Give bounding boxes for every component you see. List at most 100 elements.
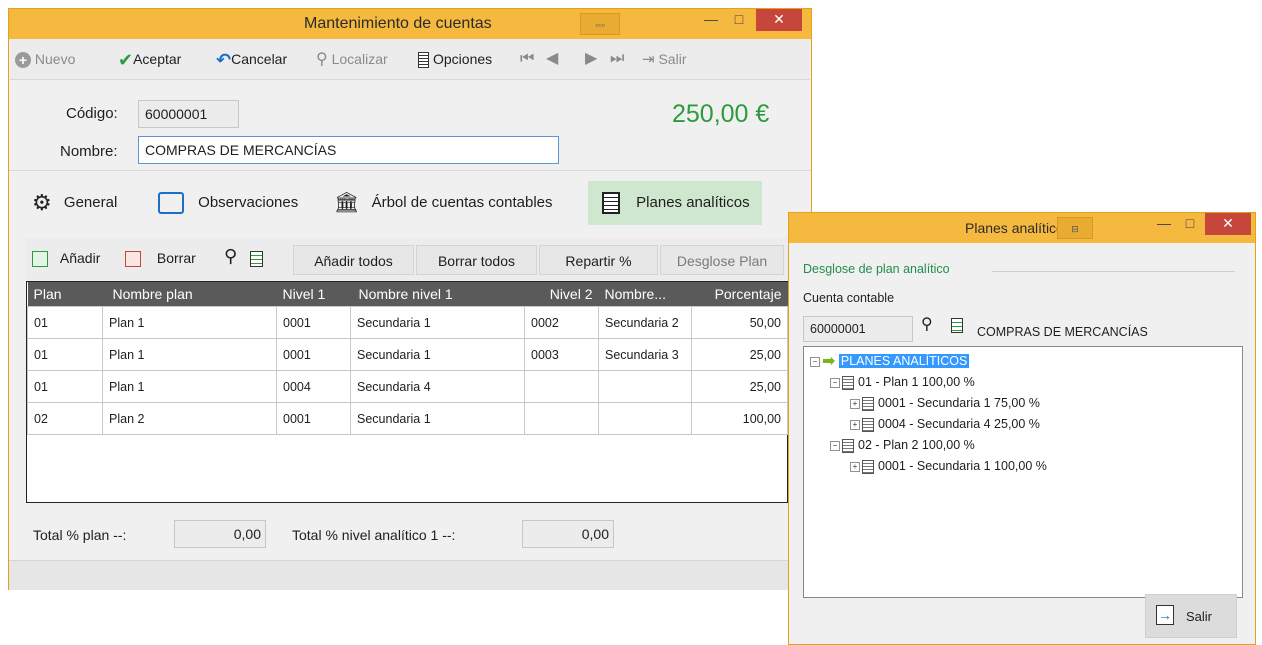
table-row[interactable]: 01 Plan 1 0004 Secundaria 4 25,00 — [27, 370, 788, 403]
salir-button[interactable]: ⇥ Salir — [642, 39, 686, 79]
cell-nombre-plan[interactable]: Plan 1 — [102, 370, 277, 403]
cell-nombre-plan[interactable]: Plan 1 — [102, 306, 277, 339]
cell-plan[interactable]: 01 — [27, 306, 103, 339]
cell-nivel1[interactable]: 0001 — [276, 306, 351, 339]
popup-search-icon[interactable]: ⚲ — [921, 314, 933, 334]
popup-titlebar[interactable]: Planes analíticos ⊟ — □ ✕ — [789, 213, 1255, 243]
cell-nombre-plan[interactable]: Plan 2 — [102, 402, 277, 435]
cell-plan[interactable]: 01 — [27, 338, 103, 371]
column-header[interactable]: Porcentaje — [691, 282, 788, 307]
borrar-button[interactable]: Borrar — [125, 250, 196, 268]
section-divider — [992, 271, 1235, 272]
popup-close-button[interactable]: ✕ — [1205, 213, 1251, 235]
cell-porcentaje[interactable]: 100,00 — [691, 402, 788, 435]
cell-nombre-nivel2[interactable] — [598, 370, 692, 403]
aceptar-button[interactable]: ✔Aceptar — [118, 39, 181, 79]
main-titlebar[interactable]: Mantenimiento de cuentas ▫▫▫ — □ ✕ — [9, 9, 811, 39]
cell-nombre-nivel1[interactable]: Secundaria 4 — [350, 370, 525, 403]
cell-nivel1[interactable]: 0001 — [276, 338, 351, 371]
cell-plan[interactable]: 01 — [27, 370, 103, 403]
cell-nombre-nivel1[interactable]: Secundaria 1 — [350, 338, 525, 371]
title-grip[interactable]: ▫▫▫ — [580, 13, 620, 35]
table-row[interactable]: 01 Plan 1 0001 Secundaria 1 0003 Secunda… — [27, 338, 788, 371]
prev-record-button[interactable]: ◀ — [546, 39, 558, 79]
codigo-field[interactable]: 60000001 — [138, 100, 239, 128]
cell-nivel1[interactable]: 0004 — [276, 370, 351, 403]
nombre-field[interactable]: COMPRAS DE MERCANCÍAS — [138, 136, 559, 164]
expand-icon[interactable]: + — [850, 419, 860, 430]
borrar-todos-button[interactable]: Borrar todos — [416, 245, 537, 275]
cell-nivel2[interactable]: 0002 — [524, 306, 599, 339]
column-header[interactable]: Nombre plan — [102, 282, 277, 307]
cuenta-contable-field[interactable]: 60000001 — [803, 316, 913, 342]
speech-bubble-icon — [158, 192, 184, 215]
cell-plan[interactable]: 02 — [27, 402, 103, 435]
desglose-plan-button[interactable]: Desglose Plan — [660, 245, 784, 275]
column-header[interactable]: Nombre nivel 1 — [350, 282, 525, 307]
cell-nivel2[interactable] — [524, 370, 599, 403]
table-header-row: Plan Nombre plan Nivel 1 Nombre nivel 1 … — [27, 282, 788, 307]
localizar-label: Localizar — [331, 51, 388, 67]
column-header[interactable]: Nombre... — [598, 282, 692, 307]
cell-nombre-nivel2[interactable] — [598, 402, 692, 435]
table-row[interactable]: 01 Plan 1 0001 Secundaria 1 0002 Secunda… — [27, 306, 788, 339]
tab-general[interactable]: ⚙ General — [32, 181, 144, 225]
popup-salir-button[interactable]: → Salir — [1145, 594, 1237, 638]
cell-porcentaje[interactable]: 25,00 — [691, 370, 788, 403]
cell-nombre-nivel1[interactable]: Secundaria 1 — [350, 402, 525, 435]
column-header[interactable]: Nivel 2 — [524, 282, 599, 307]
next-record-button[interactable]: ▶ — [585, 39, 597, 79]
opciones-button[interactable]: Opciones — [418, 39, 492, 79]
cell-porcentaje[interactable]: 25,00 — [691, 338, 788, 371]
localizar-button[interactable]: ⚲ Localizar — [316, 39, 388, 79]
plans-grid[interactable]: Plan Nombre plan Nivel 1 Nombre nivel 1 … — [26, 281, 788, 503]
repartir-button[interactable]: Repartir % — [539, 245, 658, 275]
grid-search-icon[interactable]: ⚲ — [224, 246, 237, 267]
tab-planes-analiticos[interactable]: Planes analíticos — [588, 181, 762, 225]
popup-title-grip[interactable]: ⊟ — [1057, 217, 1093, 239]
total-nivel-field: 0,00 — [522, 520, 614, 548]
tree-root[interactable]: − ➡ PLANES ANALÍTICOS — [810, 352, 970, 370]
plans-tree[interactable]: − ➡ PLANES ANALÍTICOS −01 - Plan 1 100,00… — [803, 346, 1243, 598]
cell-nivel2[interactable] — [524, 402, 599, 435]
tab-arbol-cuentas[interactable]: 🏛 Árbol de cuentas contables — [334, 181, 584, 225]
last-record-button[interactable]: ⏭ — [610, 39, 624, 79]
popup-minimize-button[interactable]: — — [1153, 213, 1175, 235]
grid-document-icon[interactable] — [250, 251, 263, 267]
cell-nombre-plan[interactable]: Plan 1 — [102, 338, 277, 371]
cell-nombre-nivel2[interactable]: Secundaria 3 — [598, 338, 692, 371]
cell-porcentaje[interactable]: 50,00 — [691, 306, 788, 339]
nuevo-label: Nuevo — [34, 51, 76, 67]
table-row[interactable]: 02 Plan 2 0001 Secundaria 1 100,00 — [27, 402, 788, 435]
anadir-label: Añadir — [59, 250, 101, 266]
nuevo-button[interactable]: + Nuevo — [15, 39, 75, 79]
tree-node[interactable]: − 01 - Plan 1 100,00 % — [830, 373, 975, 391]
list-icon — [842, 375, 854, 390]
column-header[interactable]: Nivel 1 — [276, 282, 351, 307]
cell-nombre-nivel1[interactable]: Secundaria 1 — [350, 306, 525, 339]
salir-label: Salir — [658, 51, 687, 67]
cell-nombre-nivel2[interactable]: Secundaria 2 — [598, 306, 692, 339]
tree-node[interactable]: +0001 - Secundaria 1 100,00 % — [850, 457, 1047, 475]
minimize-button[interactable]: — — [699, 9, 723, 31]
expand-icon[interactable]: + — [850, 461, 860, 472]
popup-document-icon[interactable] — [951, 318, 963, 333]
maximize-button[interactable]: □ — [727, 9, 751, 31]
expand-icon[interactable]: + — [850, 398, 860, 409]
first-record-button[interactable]: ⏮ — [520, 39, 534, 79]
tree-node[interactable]: +0004 - Secundaria 4 25,00 % — [850, 415, 1040, 433]
tree-node[interactable]: − 02 - Plan 2 100,00 % — [830, 436, 975, 454]
collapse-icon[interactable]: − — [830, 440, 840, 451]
close-button[interactable]: ✕ — [756, 9, 802, 31]
cell-nivel1[interactable]: 0001 — [276, 402, 351, 435]
column-header[interactable]: Plan — [27, 282, 103, 307]
anadir-button[interactable]: Añadir — [32, 250, 101, 268]
tab-observaciones[interactable]: Observaciones — [158, 181, 316, 225]
cell-nivel2[interactable]: 0003 — [524, 338, 599, 371]
tree-node[interactable]: +0001 - Secundaria 1 75,00 % — [850, 394, 1040, 412]
anadir-todos-button[interactable]: Añadir todos — [293, 245, 414, 275]
collapse-icon[interactable]: − — [810, 356, 820, 367]
popup-maximize-button[interactable]: □ — [1179, 213, 1201, 235]
cancelar-button[interactable]: ↶Cancelar — [216, 39, 287, 79]
collapse-icon[interactable]: − — [830, 377, 840, 388]
